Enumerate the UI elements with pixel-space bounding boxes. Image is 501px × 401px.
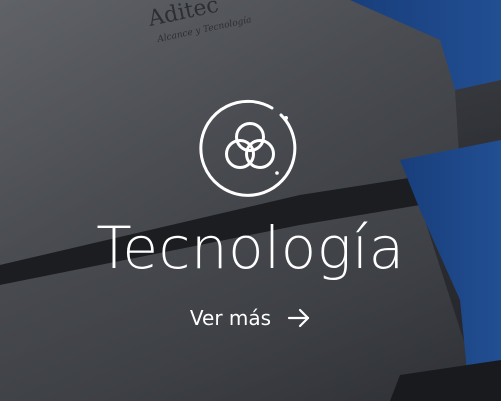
- technology-card[interactable]: Aditec Alcance y Tecnología Tecnología V…: [0, 0, 501, 401]
- arrow-right-icon: [287, 308, 310, 328]
- card-title: Tecnología: [96, 214, 405, 282]
- card-content: Tecnología Ver más: [0, 0, 501, 401]
- three-circles-technology-icon: [199, 98, 301, 200]
- ver-mas-link[interactable]: Ver más: [0, 300, 501, 336]
- ver-mas-label: Ver más: [189, 306, 272, 330]
